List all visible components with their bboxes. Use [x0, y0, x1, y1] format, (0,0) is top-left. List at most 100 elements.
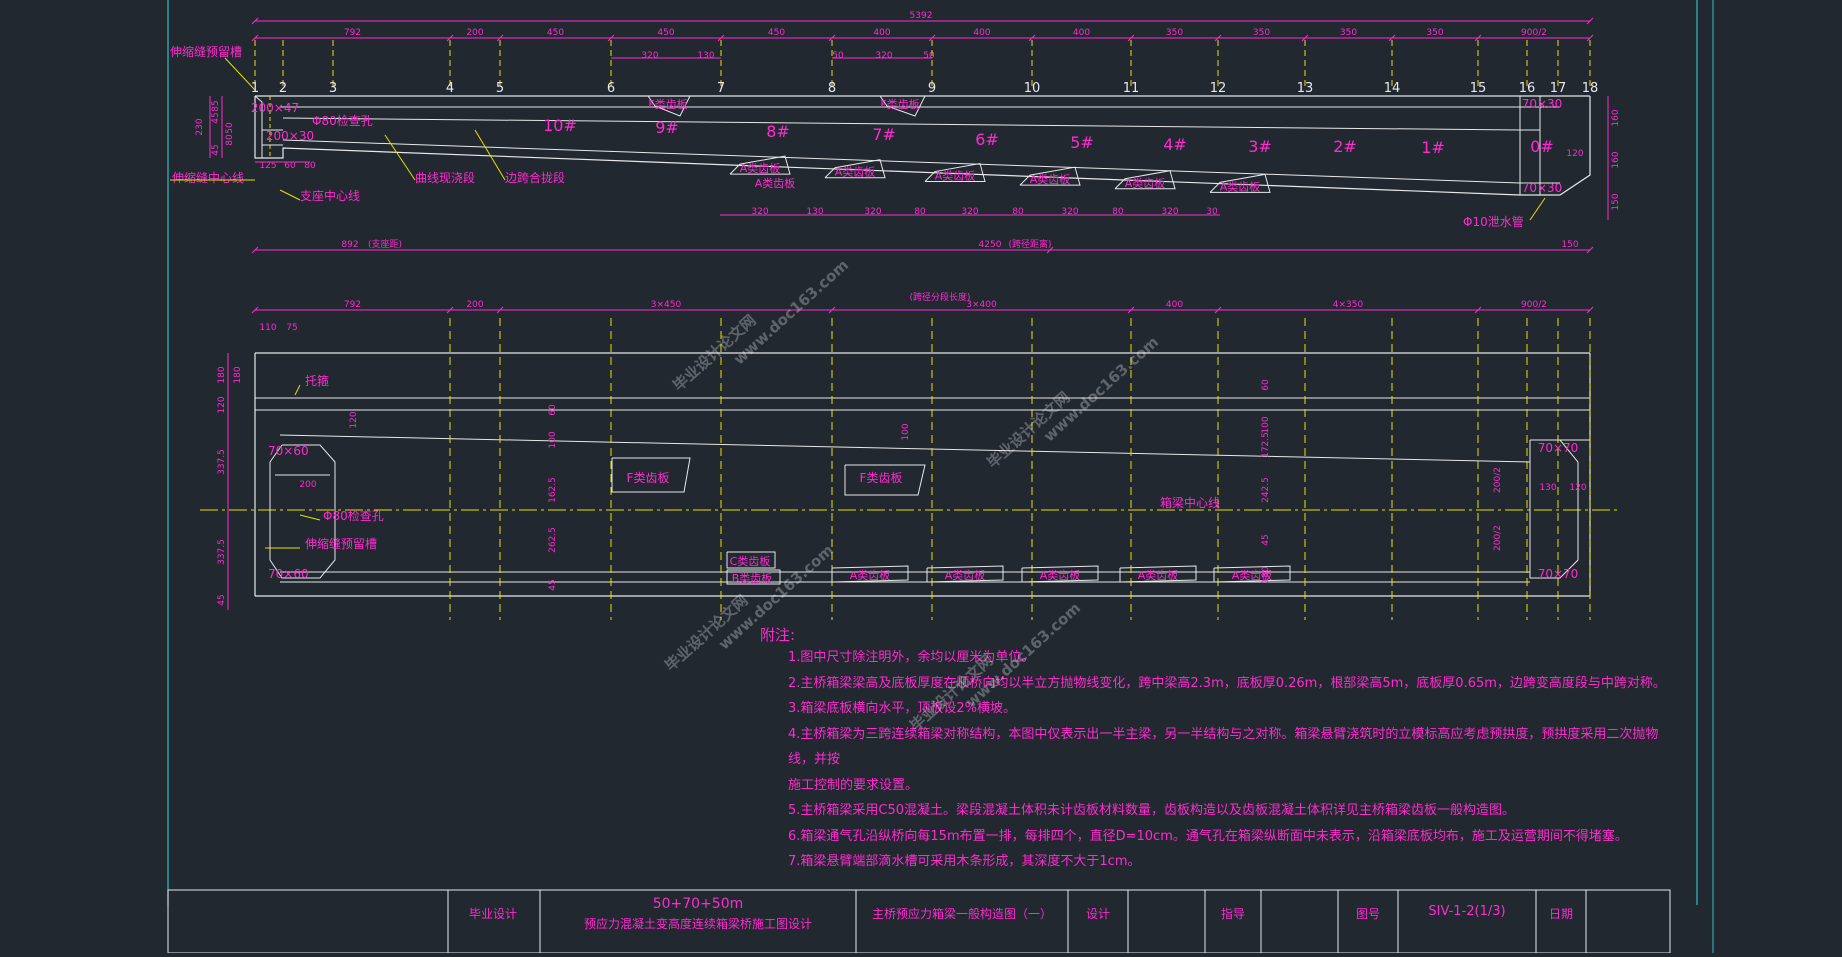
plan-leader: [294, 384, 301, 396]
section-number: 14: [1384, 81, 1401, 96]
plan-dim-note: (跨径分段长度): [909, 291, 970, 303]
plan-dim-left-val: 180: [217, 366, 227, 383]
plan-dim: 3×400: [966, 300, 997, 310]
block-number: 7#: [872, 125, 896, 144]
plan-inner-dim: 262.5: [548, 527, 558, 553]
tb-design-type: 毕业设计: [468, 907, 517, 921]
plan-sub-dim: 110: [259, 323, 276, 333]
a-tooth-label: A类齿板: [935, 169, 976, 183]
plan-a-tooth-label: A类齿板: [945, 568, 986, 582]
tb-project-line1: 50+70+50m: [652, 896, 744, 912]
section-number: 4: [446, 81, 454, 96]
dim-segment: 450: [768, 28, 785, 38]
plan-inner-dim: 60: [548, 404, 558, 416]
dim-right: 120: [1566, 149, 1583, 159]
dim-segment: 900/2: [1521, 28, 1547, 38]
dim-segment: 400: [973, 28, 990, 38]
section-number: 7: [717, 81, 725, 96]
label-inspection-hole: Φ80检查孔: [312, 113, 373, 128]
tb-check-label: 指导: [1220, 907, 1245, 921]
chamfer-label: 70×30: [1522, 181, 1563, 195]
dim-span-left: 892: [341, 240, 358, 250]
dim-right: 160: [1611, 109, 1621, 126]
section-number: 13: [1297, 81, 1314, 96]
dim-span-right: 150: [1561, 240, 1578, 250]
block-number: 10#: [543, 116, 577, 135]
note-7: 7.箱梁悬臂端部滴水槽可采用木条形成，其深度不大于1cm。: [788, 854, 1141, 869]
plan-dim: 792: [344, 300, 361, 310]
f-tooth-label: F类齿板: [880, 97, 919, 111]
label-tangent-segment: 边跨合拢段: [505, 170, 565, 185]
plan-inner-dim: 162.5: [548, 477, 558, 503]
plan-sub-dim: 75: [286, 323, 297, 333]
leader-line: [279, 189, 301, 201]
dim-small: 80: [304, 161, 316, 171]
dim-tooth-spacing: 320: [641, 51, 658, 61]
label-drain-hole: Φ10泄水管: [1463, 214, 1524, 229]
section-number: 12: [1210, 81, 1227, 96]
plan-dim: 200: [466, 300, 483, 310]
block-number: 3#: [1248, 137, 1272, 156]
dim-segment: 350: [1253, 28, 1270, 38]
a-tooth-label: A类齿板: [1125, 176, 1166, 190]
dim-tooth-spacing: 320: [875, 51, 892, 61]
plan-dim: 3×450: [651, 300, 682, 310]
note-4-cont: 施工控制的要求设置。: [788, 777, 919, 793]
label-expansion-slot: 伸缩缝预留槽: [170, 44, 242, 59]
dim-total: 5392: [910, 11, 933, 21]
plan-right-dim: 130: [1539, 483, 1556, 493]
notes-heading: 附注:: [760, 626, 796, 644]
chamfer-label: 200×30: [266, 129, 314, 143]
plan-dim-left-val: 337.5: [217, 449, 227, 475]
plan-dim-left-val: 337.5: [217, 539, 227, 565]
block-number: 5#: [1070, 133, 1094, 152]
plan-dim-left-val: 45: [217, 594, 227, 605]
plan-leader: [299, 514, 321, 521]
dim-tooth-spacing: 50: [832, 51, 844, 61]
a-tooth-label: A类齿板: [835, 165, 876, 179]
section-number: 8: [828, 81, 836, 96]
plan-dim-left-val: 180: [233, 366, 243, 383]
section-number: 6: [607, 81, 615, 96]
plan-inner-dim: 100: [901, 423, 911, 440]
dim-bottom: 320: [864, 207, 881, 217]
plan-b-tooth-label: B类齿板: [732, 571, 773, 585]
section-number: 15: [1470, 81, 1487, 96]
plan-right-dim: 200/2: [1493, 525, 1503, 551]
dim-segment: 400: [1073, 28, 1090, 38]
section-number: 5: [496, 81, 504, 96]
section-number: 16: [1519, 81, 1536, 96]
dim-bottom: 130: [806, 207, 823, 217]
plan-label-corner: 70×60: [268, 567, 309, 581]
section-number: 9: [928, 81, 936, 96]
a-tooth-label: A类齿板: [740, 161, 781, 175]
plan-right-dim: 120: [1569, 483, 1586, 493]
label-bearing-center: 支座中心线: [300, 188, 360, 203]
dim-segment: 350: [1340, 28, 1357, 38]
a-tooth-label: A类齿板: [1030, 172, 1071, 186]
plan-label-centerline: 箱梁中心线: [1160, 495, 1220, 510]
plan-label-inspection: Φ80检查孔: [323, 508, 384, 523]
plan-dim: 400: [1166, 300, 1183, 310]
plan-right-chamfer: 70×70: [1538, 441, 1579, 455]
tb-project-line2: 预应力混凝土变高度连续箱梁桥施工图设计: [583, 917, 812, 931]
note-5: 5.主桥箱梁采用C50混凝土。梁段混凝土体积未计齿板材料数量，齿板构造以及齿板混…: [788, 803, 1516, 818]
block-number: 9#: [655, 118, 679, 137]
block-number: 0#: [1530, 137, 1554, 156]
leader-line: [1529, 197, 1546, 221]
leader-line: [384, 134, 416, 181]
dim-tooth-spacing: 50: [923, 51, 935, 61]
plan-inner-dim: 100: [1261, 416, 1271, 433]
plan-inner-dim: 172.5: [1261, 432, 1271, 458]
dim-span-note: (跨径距离): [1008, 238, 1051, 250]
dim-small: 60: [284, 161, 296, 171]
note-2: 2.主桥箱梁梁高及底板厚度在顺桥向均以半立方抛物线变化，跨中梁高2.3m，底板厚…: [788, 675, 1666, 691]
dim-span-note: (支座距): [368, 238, 402, 250]
beam-inner-line: [282, 117, 1540, 131]
dim-bottom: 320: [751, 207, 768, 217]
dim-bottom: 320: [1161, 207, 1178, 217]
f-tooth-label: F类齿板: [648, 97, 687, 111]
chamfer-label: 70×30: [1522, 97, 1563, 111]
dim-left: 50: [225, 122, 235, 134]
section-number: 1: [251, 81, 259, 96]
